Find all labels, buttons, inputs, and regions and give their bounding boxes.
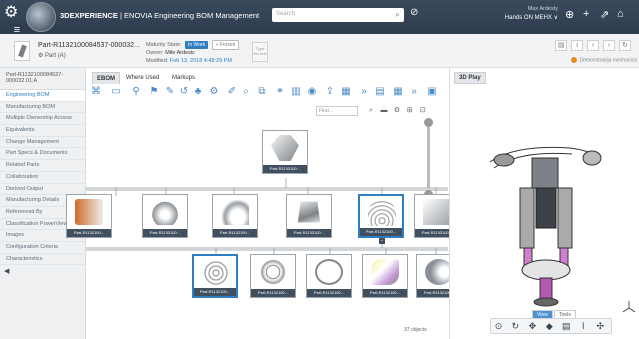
compass-icon[interactable]: ⚙ [4,2,26,24]
axis-triad-icon [622,301,636,313]
info-icon[interactable]: i [571,40,584,51]
3d-toolbar: ⊙ ↻ ✥ ◆ ▤ ⌇ ✣ [490,318,612,334]
section-icon[interactable]: ▤ [559,319,574,333]
part-thumbnail [75,199,103,225]
part-thumbnail [221,199,249,225]
search-input[interactable]: Search ⌕ [272,8,404,22]
top-bar: ⚙ 3DEXPERIENCE | ENOVIA Engineering BOM … [0,0,639,34]
owner-row: Owner: Mile Ardesic [146,50,195,56]
sidebar-item-multiple-ownership[interactable]: Multiple Ownership Access [0,113,85,126]
bom-node[interactable]: Part-R1132100... [250,254,296,298]
status-dot-icon [571,57,578,63]
part-thumbnail [297,201,321,223]
user-role-dropdown[interactable]: Hands ON MEHX ∨ [498,14,558,21]
node-label: Part-R1132100... [263,165,307,173]
measure-icon[interactable]: ⌇ [576,319,591,333]
camera-icon[interactable]: ⊙ [491,319,506,333]
part-title: Part-R1132100084537-000032... [38,42,140,49]
object-header: Part-R1132100084537-000032... ⚙ Part (A)… [0,34,639,68]
node-label: Part-R1132100... [67,229,111,237]
bom-node[interactable]: Part-R1132100... [212,194,258,238]
part-thumbnail [202,260,230,286]
state-frozen-button[interactable]: » Frozen [211,40,240,50]
main-panel: EBOM Where Used Markups ⌘ ▭ ⚲ ⚑ ✎ ↺ ♣ ⚙ … [66,68,462,339]
app-title: 3DEXPERIENCE | ENOVIA Engineering BOM Ma… [60,11,260,20]
sidebar-item-related-parts[interactable]: Related Parts [0,160,85,172]
3d-model-view[interactable] [480,118,610,308]
zoom-in-icon[interactable] [424,118,433,127]
bom-node[interactable]: Part-R1132100... [286,194,332,238]
sidebar-item-change-management[interactable]: Change Management [0,137,85,149]
part-type: ⚙ Part (A) [38,53,66,59]
collapse-arrow-icon[interactable]: ◀ [4,267,9,275]
prev-icon[interactable]: ‹ [587,40,600,51]
user-name: Max Ardesty [527,6,558,12]
part-thumbnail [259,259,287,285]
part-thumbnail [271,135,299,161]
node-label: Part-R1132100... [251,289,295,297]
maturity-state: Maturity State: In Work » Frozen [146,40,240,50]
objects-count: 37 objects [404,327,427,333]
node-label: Part-R1132100... [143,229,187,237]
node-label: Part-R1132100... [307,289,351,297]
part-thumbnail [14,41,30,61]
expand-node-icon[interactable]: − [379,238,385,244]
modified-row: Modified: Feb 13, 2018 4:48:29 PM [146,58,232,64]
add-icon[interactable]: + [583,8,589,20]
node-label: Part-R1132100... [287,229,331,237]
part-thumbnail [315,259,343,285]
part-thumbnail [371,259,399,285]
print-icon[interactable]: ▤ [555,40,568,51]
sidebar-item-characteristics[interactable]: Characteristics [0,254,85,266]
part-thumbnail [423,199,451,225]
zoom-slider-track[interactable] [427,118,430,188]
node-label: Part-R1132100... [363,289,407,297]
part-thumbnail [368,200,396,226]
part-thumbnail [151,199,179,225]
header-actions: ▤ i ‹ › ↻ [553,40,631,51]
help-icon[interactable]: ⊕ [565,8,574,21]
refresh-icon[interactable]: ↻ [619,40,631,51]
bom-node-selected[interactable]: Part-R1132100... − [358,194,404,244]
sidebar-title: Part-R1132100084537-000032.01.A [0,68,85,90]
tab-3d-play[interactable]: 3D Play [454,72,486,84]
sidebar-item-configuration-criteria[interactable]: Configuration Criteria [0,242,85,254]
state-in-work-button[interactable]: In Work [185,41,209,49]
bom-node[interactable]: Part-R1132100... [66,194,112,238]
demo-label: Demonstracija mechanica [571,57,637,63]
search-icon[interactable]: ⌕ [395,9,400,20]
node-label: Part-R1132100... [213,229,257,237]
cube-icon[interactable]: ◆ [542,319,557,333]
sidebar-item-part-specs[interactable]: Part Specs & Documents [0,148,85,161]
sidebar-item-engineering-bom[interactable]: Engineering BOM [0,90,85,102]
share-icon[interactable]: ⇗ [600,8,609,21]
bom-node-root[interactable]: Part-R1132100... [262,130,308,174]
orbit-icon[interactable]: ↻ [508,319,523,333]
explode-icon[interactable]: ✣ [593,319,608,333]
sidebar-item-manufacturing-bom[interactable]: Manufacturing BOM [0,102,85,114]
app-logo [26,2,56,32]
home-icon[interactable]: ⌂ [617,8,624,20]
bom-node[interactable]: Part-R1132100... [306,254,352,298]
node-label: Part-R1132100... [360,228,402,236]
node-label: Part-R1132100... [194,288,236,296]
sidebar-item-equivalents[interactable]: Equivalents [0,125,85,137]
next-icon[interactable]: › [603,40,616,51]
bom-node[interactable]: Part-R1132100... [362,254,408,298]
3d-play-panel: 3D Play View Tools ⊙ ↻ ✥ ◆ ▤ ⌇ ✣ [449,68,639,339]
sidebar-item-collaboration[interactable]: Collaboration [0,172,85,184]
pan-icon[interactable]: ✥ [525,319,540,333]
tag-icon[interactable]: ⊘ [410,7,418,18]
bom-node[interactable]: Part-R1132100... [142,194,188,238]
bom-node-selected[interactable]: Part-R1132100... [192,254,238,298]
lock-state-box[interactable]: Type the text [252,42,268,62]
